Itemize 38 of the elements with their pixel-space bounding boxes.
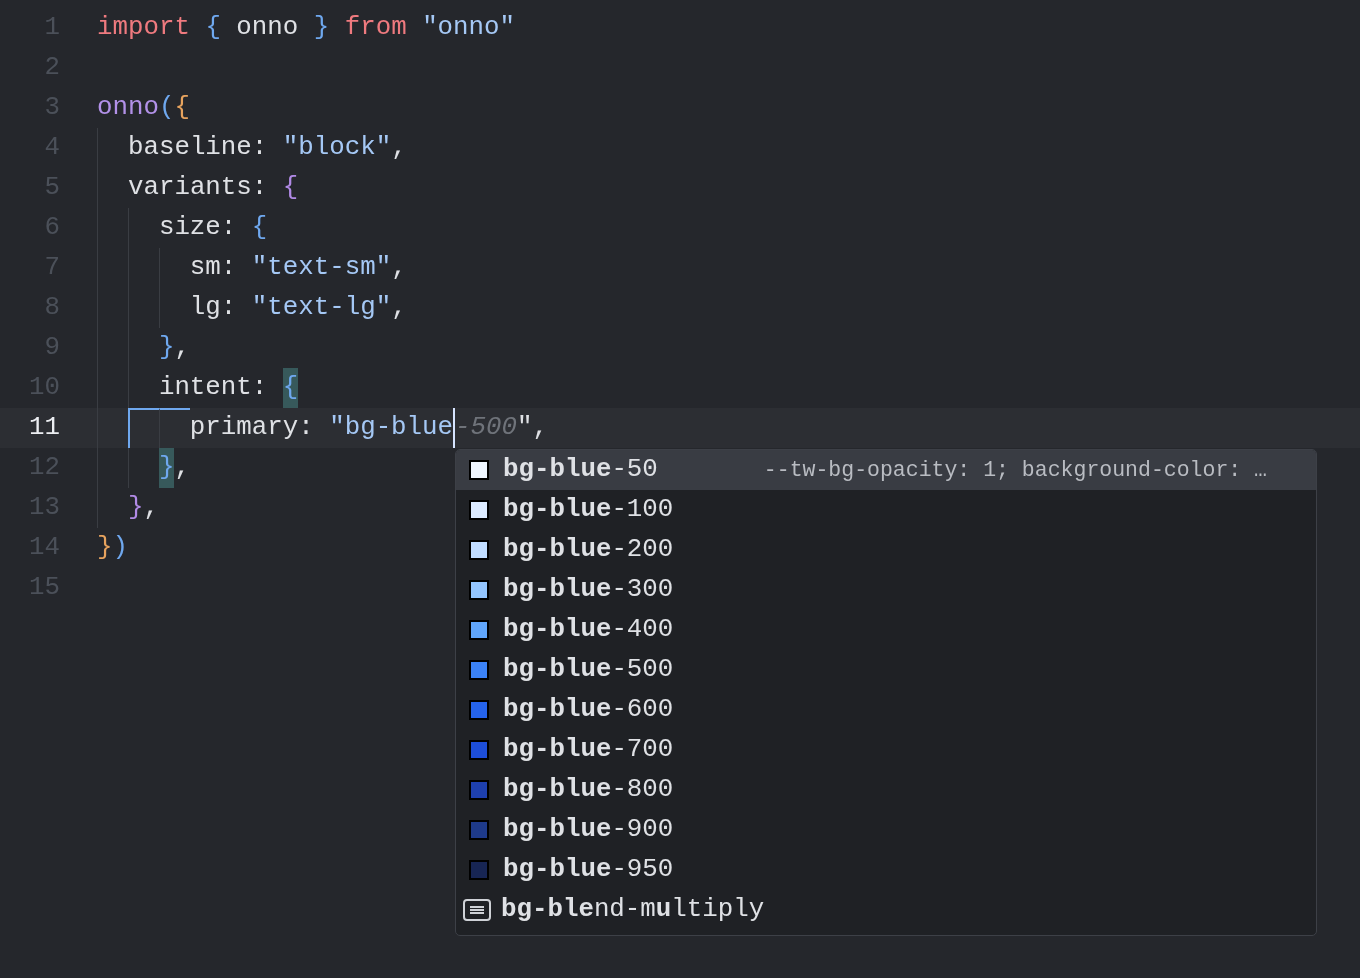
code-line: onno({: [97, 92, 190, 124]
suggestion-label: bg-blue-700: [503, 733, 674, 766]
suggestion-label: bg-blue-100: [503, 493, 674, 526]
suggestion-label: bg-blue-50: [503, 453, 658, 486]
suggestion-item[interactable]: bg-blue-950: [456, 850, 1316, 890]
suggestion-item[interactable]: bg-blue-200: [456, 530, 1316, 570]
suggestion-label: bg-blue-300: [503, 573, 674, 606]
suggestion-label: bg-blue-950: [503, 853, 674, 886]
suggestion-item[interactable]: bg-blue-50 --tw-bg-opacity: 1; background-color: …: [456, 450, 1316, 490]
suggestion-label: bg-blue-400: [503, 613, 674, 646]
code-line: },: [97, 328, 190, 368]
suggestion-item[interactable]: bg-blend-multiply: [456, 890, 1316, 930]
suggestion-label: bg-blue-800: [503, 773, 674, 806]
code-line: lg: "text-lg",: [97, 288, 407, 328]
suggestion-item[interactable]: bg-blue-800: [456, 770, 1316, 810]
line-number: 11: [28, 412, 60, 444]
text-icon: [463, 899, 491, 921]
code-line: baseline: "block",: [97, 128, 407, 168]
suggestion-label: bg-blend-multiply: [501, 893, 765, 926]
suggestion-item[interactable]: bg-blue-300: [456, 570, 1316, 610]
suggestion-label: bg-blue-900: [503, 813, 674, 846]
code-line: },: [97, 448, 190, 488]
code-line: size: {: [97, 208, 268, 248]
suggestion-item[interactable]: bg-blue-100: [456, 490, 1316, 530]
suggestion-item[interactable]: bg-blue-400: [456, 610, 1316, 650]
code-line: sm: "text-sm",: [97, 248, 407, 288]
suggestion-label: bg-blue-500: [503, 653, 674, 686]
code-line: },: [97, 488, 159, 528]
suggestion-item[interactable]: bg-blue-700: [456, 730, 1316, 770]
suggestion-detail: --tw-bg-opacity: 1; background-color: …: [763, 456, 1267, 484]
code-line: }): [97, 532, 128, 564]
suggestion-item[interactable]: bg-blue-500: [456, 650, 1316, 690]
suggestion-label: bg-blue-600: [503, 693, 674, 726]
code-line: variants: {: [97, 168, 299, 208]
suggestion-item[interactable]: bg-blue-600: [456, 690, 1316, 730]
code-line: import { onno } from "onno": [97, 12, 515, 44]
suggestion-label: bg-blue-200: [503, 533, 674, 566]
suggestion-item[interactable]: bg-blue-900: [456, 810, 1316, 850]
